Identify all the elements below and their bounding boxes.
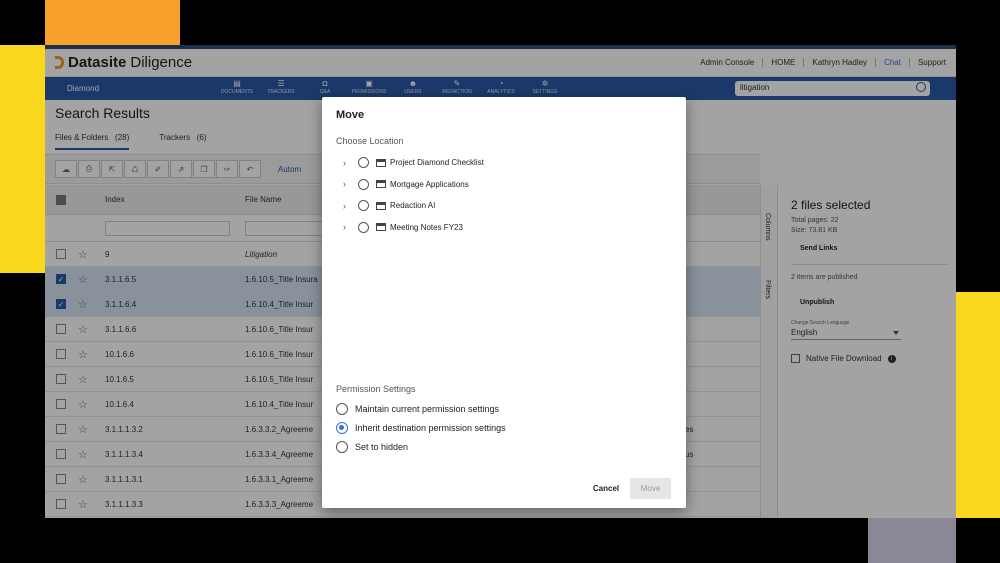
folder-icon [376, 180, 386, 189]
location-item[interactable]: › Meeting Notes FY23 [336, 217, 666, 239]
permission-radio[interactable] [336, 402, 348, 415]
cancel-button[interactable]: Cancel [584, 479, 628, 497]
move-button[interactable]: Move [630, 478, 671, 499]
permission-radio[interactable] [336, 440, 348, 453]
folder-icon [376, 223, 386, 232]
permission-inherit[interactable]: Inherit destination permission settings [336, 418, 666, 437]
dialog-title: Move [336, 109, 365, 121]
permission-radio-selected[interactable] [336, 421, 348, 434]
permission-settings-label: Permission Settings [336, 384, 416, 394]
location-radio[interactable] [358, 178, 369, 190]
permission-options: Maintain current permission settings Inh… [336, 399, 666, 456]
decor-yellow-left-block [0, 45, 45, 273]
location-tree: › Project Diamond Checklist › Mortgage A… [336, 152, 666, 238]
folder-icon [376, 158, 386, 167]
location-radio[interactable] [358, 200, 369, 212]
location-radio[interactable] [358, 157, 369, 169]
move-dialog: Move Choose Location › Project Diamond C… [322, 97, 686, 508]
location-item[interactable]: › Redaction AI [336, 195, 666, 217]
chevron-right-icon[interactable]: › [343, 158, 346, 168]
location-item[interactable]: › Mortgage Applications [336, 174, 666, 196]
chevron-right-icon[interactable]: › [343, 222, 346, 232]
chevron-right-icon[interactable]: › [343, 179, 346, 189]
location-radio[interactable] [358, 221, 369, 233]
permission-hidden[interactable]: Set to hidden [336, 437, 666, 456]
location-item[interactable]: › Project Diamond Checklist [336, 152, 666, 174]
folder-icon [376, 201, 386, 210]
decor-gray-block [868, 518, 956, 563]
decor-yellow-right-block [956, 292, 1000, 518]
chevron-right-icon[interactable]: › [343, 201, 346, 211]
decor-orange-block [45, 0, 180, 45]
permission-maintain[interactable]: Maintain current permission settings [336, 399, 666, 418]
choose-location-label: Choose Location [336, 136, 404, 146]
